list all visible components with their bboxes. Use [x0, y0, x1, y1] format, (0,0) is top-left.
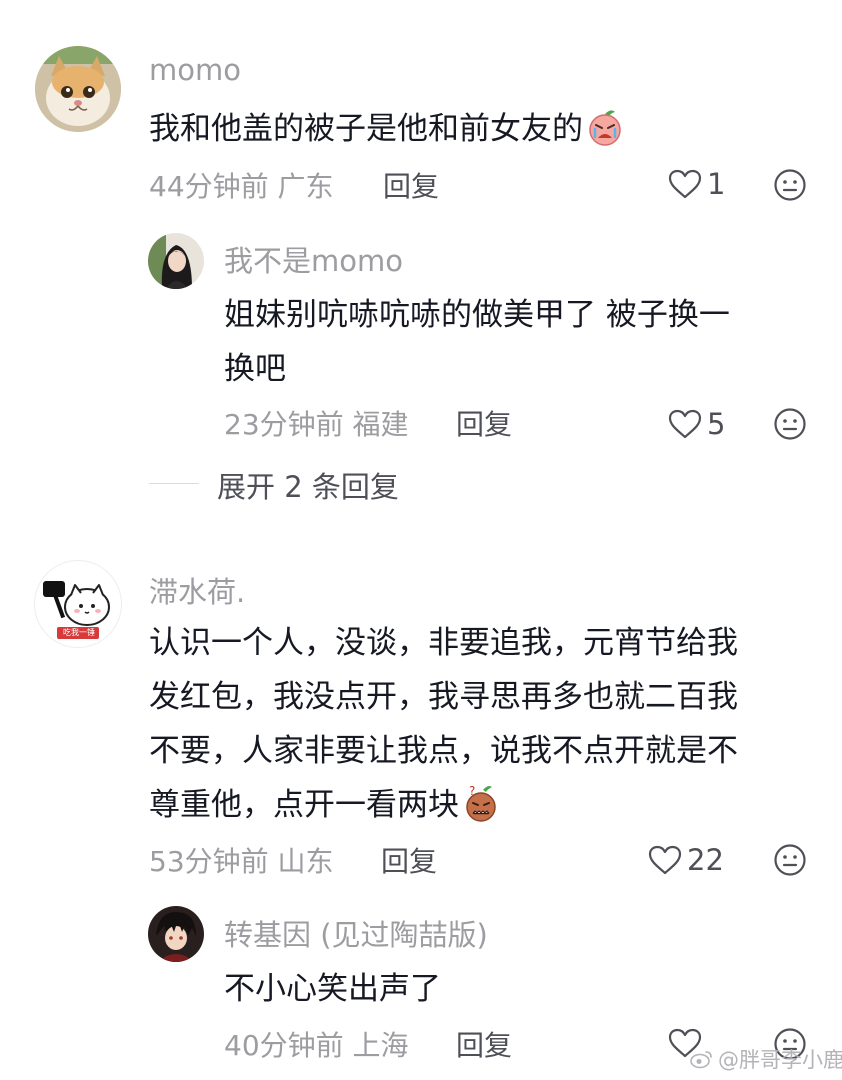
watermark-text: @胖哥李小鹿: [718, 1048, 842, 1072]
like-count: 5: [707, 407, 726, 441]
like-count: 22: [687, 843, 724, 877]
avatar-reply-user[interactable]: [148, 906, 204, 962]
comment-text-line1: 认识一个人，没谈，非要追我，元宵节给我: [149, 625, 738, 661]
avatar-caption: 吃我一锤: [63, 628, 95, 637]
woman-avatar-icon: [148, 233, 204, 289]
frown-face-icon: [774, 408, 806, 440]
reply-username[interactable]: 我不是momo: [224, 238, 403, 280]
reply-button[interactable]: 回复: [456, 403, 512, 443]
weibo-logo-icon: [690, 1051, 712, 1069]
avatar-zhishuihe[interactable]: 吃我一锤: [34, 560, 122, 648]
expand-divider: [149, 483, 199, 484]
reply-button[interactable]: 回复: [383, 165, 439, 205]
heart-icon: [668, 409, 702, 439]
like-count: 1: [707, 167, 726, 201]
comment-text-line4: 尊重他，点开一看两块 ?: [149, 776, 501, 842]
like-button[interactable]: 5: [667, 407, 725, 441]
like-button[interactable]: 22: [647, 843, 724, 877]
frown-face-icon: [774, 169, 806, 201]
comment-username[interactable]: momo: [149, 53, 241, 87]
reply-time-location: 23分钟前 福建: [224, 408, 409, 441]
dislike-button[interactable]: [773, 168, 807, 206]
reply-text-line2: 换吧: [224, 351, 286, 387]
reply-time-location: 40分钟前 上海: [224, 1029, 409, 1062]
crying-peach-emoji-icon: [585, 107, 625, 166]
frown-face-icon: [774, 844, 806, 876]
reply-text: 不小心笑出声了: [224, 971, 441, 1007]
comment-text: 我和他盖的被子是他和前女友的: [149, 100, 625, 166]
expand-replies-button[interactable]: 展开 2 条回复: [217, 464, 399, 506]
cat-avatar-icon: [35, 46, 121, 132]
comment-username[interactable]: 滞水荷.: [149, 569, 245, 611]
like-button[interactable]: 1: [667, 167, 725, 201]
reply-button[interactable]: 回复: [456, 1024, 512, 1064]
heart-icon: [648, 845, 682, 875]
dislike-button[interactable]: [773, 843, 807, 881]
heart-icon: [668, 169, 702, 199]
comment-text-line2: 发红包，我没点开，我寻思再多也就二百我: [149, 679, 738, 715]
comment-text-content: 尊重他，点开一看两块: [149, 787, 459, 823]
comment-time-location: 53分钟前 山东: [149, 845, 334, 878]
comment-text-content: 我和他盖的被子是他和前女友的: [149, 111, 583, 147]
reply-text-line1: 姐妹别吭哧吭哧的做美甲了 被子换一: [224, 297, 730, 333]
reply-button[interactable]: 回复: [381, 840, 437, 880]
avatar-momo[interactable]: [35, 46, 121, 132]
comment-time-location: 44分钟前 广东: [149, 170, 334, 203]
dislike-button[interactable]: [773, 407, 807, 445]
reply-username[interactable]: 转基因 (见过陶喆版): [224, 912, 488, 954]
anime-character-avatar-icon: [148, 906, 204, 962]
comment-text-line3: 不要，人家非要让我点，说我不点开就是不: [149, 733, 738, 769]
confused-peach-emoji-icon: ?: [461, 783, 501, 842]
weibo-watermark: @胖哥李小鹿: [690, 1044, 842, 1074]
avatar-reply-user[interactable]: [148, 233, 204, 289]
